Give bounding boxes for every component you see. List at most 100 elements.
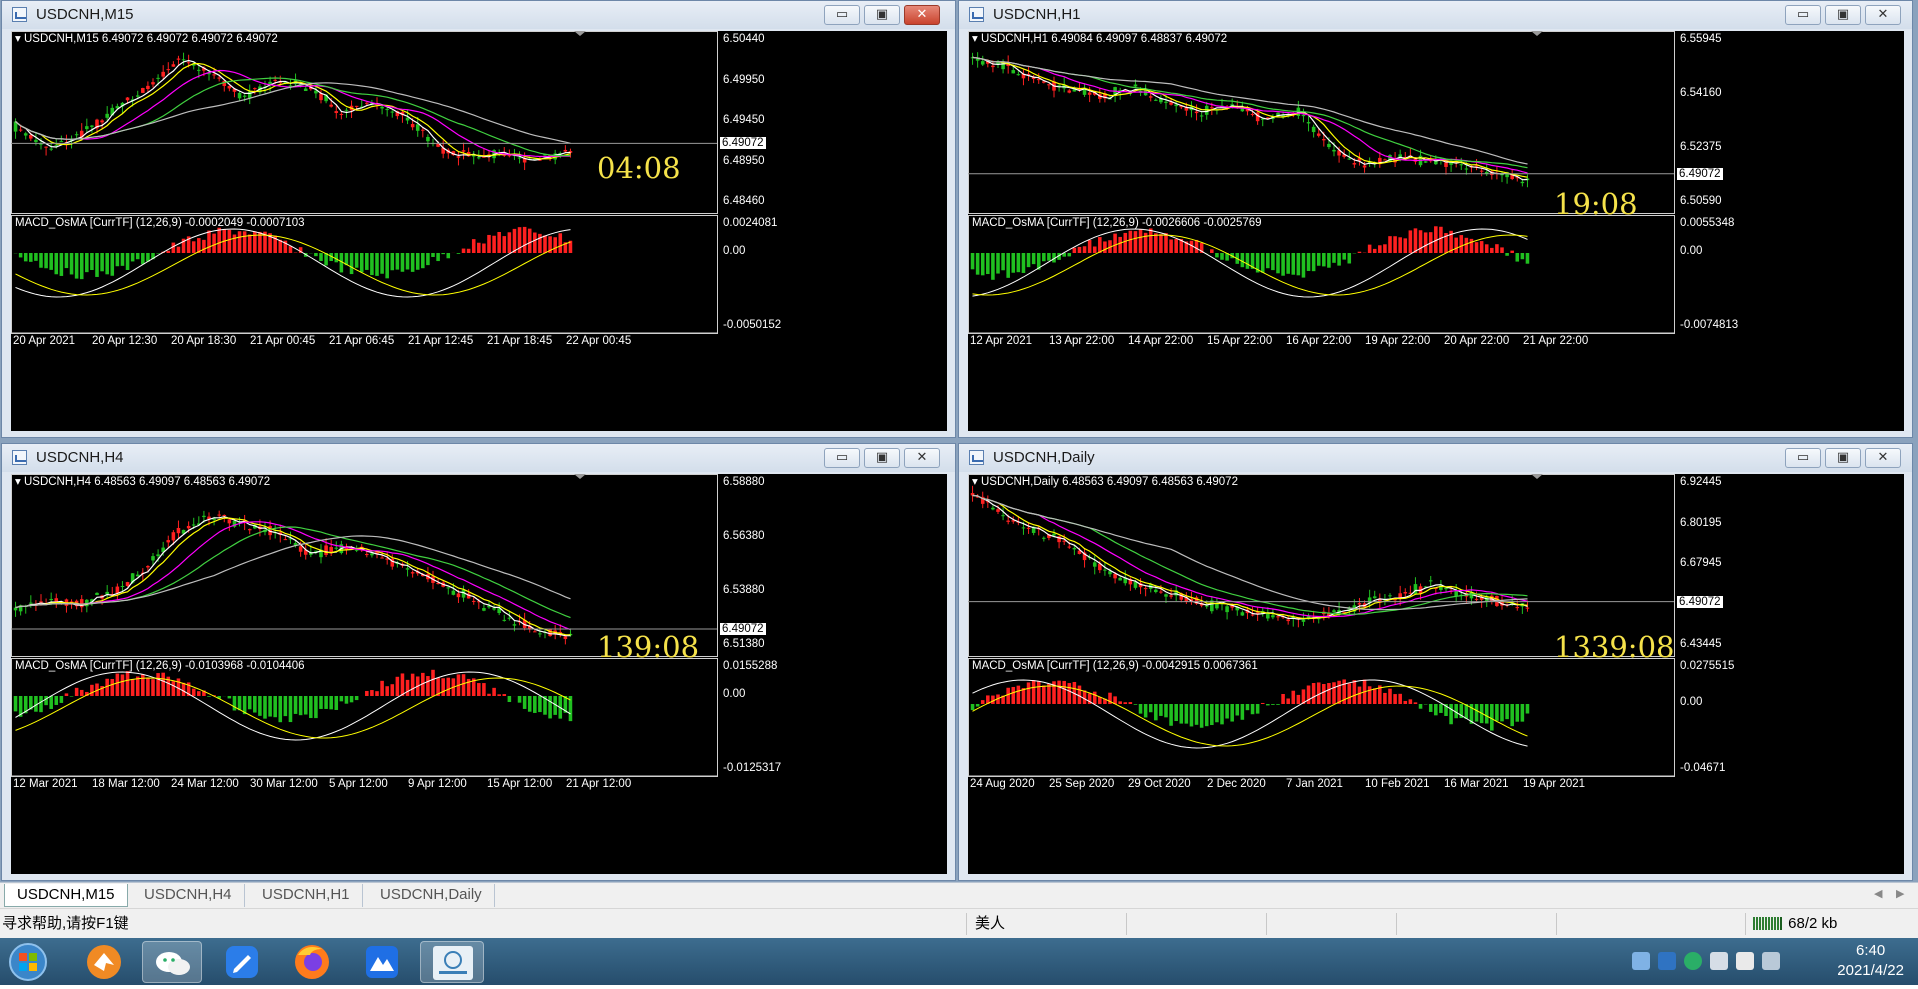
macd-histogram-bar — [314, 696, 318, 718]
macd-histogram-bar — [1042, 686, 1046, 704]
candle-body — [54, 145, 58, 146]
candle-body — [1042, 538, 1046, 539]
candle-body — [1088, 92, 1092, 94]
connection-status[interactable]: 68/2 kb — [1745, 913, 1905, 935]
macd-histogram-bar — [1154, 233, 1158, 253]
minimize-button[interactable]: ▭ — [1785, 5, 1821, 25]
minimize-button[interactable]: ▭ — [1785, 448, 1821, 468]
macd-pane-border — [969, 216, 1675, 334]
ma-line-magenta — [973, 57, 1528, 173]
minimize-button[interactable]: ▭ — [824, 5, 860, 25]
window-titlebar[interactable]: USDCNH,H4 ▭ ▣ ✕ — [2, 444, 955, 472]
candle-body — [477, 157, 481, 158]
candle-body — [564, 150, 568, 152]
chart-window-h4[interactable]: USDCNH,H4 ▭ ▣ ✕ ▾ USDCNH,H4 6.48563 6.49… — [1, 443, 956, 881]
macd-histogram-bar — [1062, 681, 1066, 704]
status-profile[interactable]: 美人 — [966, 913, 1126, 935]
taskbar-app-orange[interactable] — [74, 941, 134, 983]
tray-network-icon[interactable] — [1710, 952, 1728, 970]
chart-plot-area[interactable]: ▾ USDCNH,M15 6.49072 6.49072 6.49072 6.4… — [11, 31, 947, 431]
candle-body — [1322, 139, 1326, 140]
restore-button[interactable]: ▣ — [1825, 448, 1861, 468]
chart-header-ohlc: ▾ USDCNH,H4 6.48563 6.49097 6.48563 6.49… — [15, 474, 270, 488]
candle-body — [1149, 96, 1153, 97]
tab-scroll-left-icon[interactable]: ◀ — [1874, 887, 1882, 900]
macd-histogram-bar — [1383, 244, 1387, 253]
window-titlebar[interactable]: USDCNH,H1 ▭ ▣ ✕ — [959, 1, 1912, 29]
close-button[interactable]: ✕ — [904, 448, 940, 468]
taskbar-clock[interactable]: 6:40 2021/4/22 — [1837, 941, 1904, 981]
restore-button[interactable]: ▣ — [1825, 5, 1861, 25]
macd-histogram-bar — [1057, 681, 1061, 704]
candle-body — [1429, 580, 1433, 581]
close-button[interactable]: ✕ — [904, 5, 940, 25]
tab-usdcnh-m15[interactable]: USDCNH,M15 — [4, 884, 128, 907]
macd-histogram-bar — [116, 674, 120, 696]
macd-histogram-bar — [1210, 704, 1214, 725]
tray-wechat-icon[interactable] — [1684, 952, 1702, 970]
tab-usdcnh-h4[interactable]: USDCNH,H4 — [132, 884, 245, 907]
macd-histogram-bar — [1047, 684, 1051, 704]
chart-window-h1[interactable]: USDCNH,H1 ▭ ▣ ✕ ▾ USDCNH,H1 6.49084 6.49… — [958, 0, 1913, 438]
tray-usb-icon[interactable] — [1632, 952, 1650, 970]
chart-tabs-bar: USDCNH,M15 USDCNH,H4 USDCNH,H1 USDCNH,Da… — [0, 882, 1918, 908]
macd-histogram-bar — [1281, 253, 1285, 276]
candle-body — [1037, 79, 1041, 80]
tray-signal-icon[interactable] — [1762, 952, 1780, 970]
time-axis-label: 7 Jan 2021 — [1286, 778, 1343, 790]
macd-histogram-bar — [1500, 247, 1504, 253]
taskbar-mt4[interactable] — [420, 941, 484, 983]
window-titlebar[interactable]: USDCNH,M15 ▭ ▣ ✕ — [2, 1, 955, 29]
close-button[interactable]: ✕ — [1865, 5, 1901, 25]
tray-speaker-icon[interactable] — [1736, 952, 1754, 970]
ma-line-yellow — [973, 495, 1528, 618]
time-axis-label: 10 Feb 2021 — [1365, 778, 1430, 790]
tab-usdcnh-h1[interactable]: USDCNH,H1 — [250, 884, 363, 907]
traffic-value: 68/2 kb — [1788, 915, 1837, 932]
chart-plot-area[interactable]: ▾ USDCNH,H1 6.49084 6.49097 6.48837 6.49… — [968, 31, 1904, 431]
chart-plot-area[interactable]: ▾ USDCNH,H4 6.48563 6.49097 6.48563 6.49… — [11, 474, 947, 874]
candle-body — [513, 624, 517, 625]
macd-histogram-bar — [1480, 241, 1484, 253]
tray-shield-icon[interactable] — [1658, 952, 1676, 970]
macd-histogram-bar — [1465, 238, 1469, 253]
restore-button[interactable]: ▣ — [864, 448, 900, 468]
price-scale-label: 6.55945 — [1680, 33, 1722, 45]
time-axis-label: 21 Apr 12:00 — [566, 778, 631, 790]
macd-histogram-bar — [436, 253, 440, 261]
macd-histogram-bar — [1490, 704, 1494, 731]
macd-histogram-bar — [177, 247, 181, 253]
candle-body — [1393, 599, 1397, 600]
macd-histogram-bar — [1307, 253, 1311, 271]
candle-body — [996, 509, 1000, 512]
start-button[interactable] — [4, 941, 64, 983]
candle-body — [100, 120, 104, 122]
taskbar-wechat[interactable] — [142, 941, 202, 983]
chart-window-daily[interactable]: USDCNH,Daily ▭ ▣ ✕ ▾ USDCNH,Daily 6.4856… — [958, 443, 1913, 881]
macd-histogram-bar — [228, 230, 232, 253]
chart-plot-area[interactable]: ▾ USDCNH,Daily 6.48563 6.49097 6.48563 6… — [968, 474, 1904, 874]
taskbar-firefox[interactable] — [282, 941, 342, 983]
candle-body — [1062, 541, 1066, 542]
window-titlebar[interactable]: USDCNH,Daily ▭ ▣ ✕ — [959, 444, 1912, 472]
macd-histogram-bar — [1225, 704, 1229, 719]
macd-histogram-bar — [1134, 704, 1138, 705]
macd-histogram-bar — [482, 683, 486, 696]
chart-window-m15[interactable]: USDCNH,M15 ▭ ▣ ✕ ▾ USDCNH,M15 6.49072 6.… — [1, 0, 956, 438]
macd-histogram-bar — [553, 237, 557, 253]
restore-button[interactable]: ▣ — [864, 5, 900, 25]
tab-scroll-right-icon[interactable]: ▶ — [1896, 887, 1904, 900]
close-button[interactable]: ✕ — [1865, 448, 1901, 468]
tab-usdcnh-daily[interactable]: USDCNH,Daily — [368, 884, 495, 907]
macd-histogram-bar — [513, 229, 517, 253]
macd-histogram-bar — [1439, 227, 1443, 253]
macd-histogram-bar — [446, 678, 450, 696]
candle-body — [1195, 112, 1199, 114]
candle-body — [1276, 616, 1280, 617]
taskbar-lanhu[interactable] — [352, 941, 412, 983]
candle-body — [1286, 619, 1290, 621]
macd-histogram-bar — [324, 696, 328, 709]
taskbar-feishu[interactable] — [212, 941, 272, 983]
minimize-button[interactable]: ▭ — [824, 448, 860, 468]
time-axis-label: 24 Aug 2020 — [970, 778, 1035, 790]
